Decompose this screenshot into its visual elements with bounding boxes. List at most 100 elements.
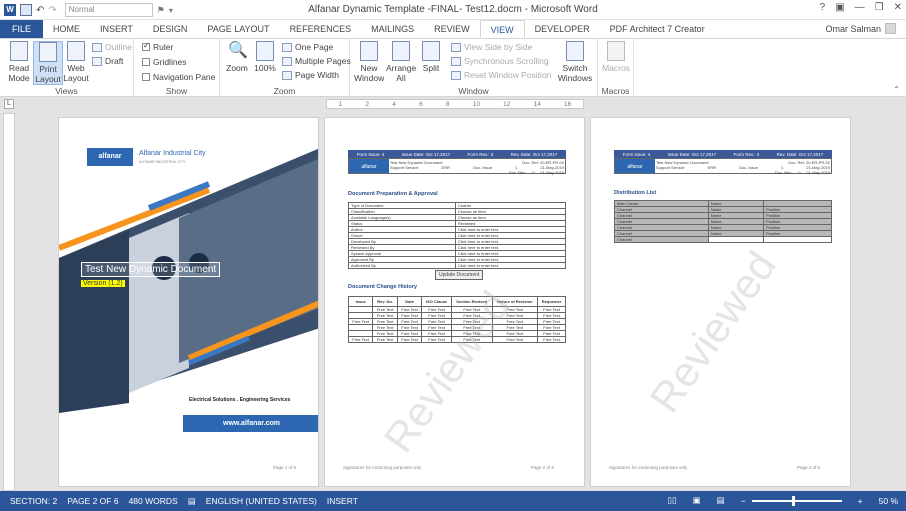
cell[interactable]: Free Text bbox=[372, 336, 398, 343]
reset-window-icon bbox=[451, 70, 461, 80]
gridlines-checkbox[interactable]: Gridlines bbox=[142, 57, 187, 67]
read-mode-icon bbox=[10, 41, 28, 61]
doc-issue-label: Doc. Issue bbox=[739, 165, 758, 170]
web-layout-button[interactable]: Web Layout bbox=[61, 41, 91, 83]
split-button[interactable]: Split bbox=[416, 41, 446, 73]
navigation-pane-checkbox[interactable]: Navigation Pane bbox=[142, 72, 215, 82]
status-language[interactable]: ENGLISH (UNITED STATES) bbox=[206, 496, 317, 506]
zoom-out-button[interactable]: − bbox=[741, 496, 746, 506]
macros-button[interactable]: Macros bbox=[601, 41, 631, 73]
draft-label: Draft bbox=[105, 56, 124, 66]
zoom-slider[interactable] bbox=[751, 495, 842, 506]
split-label: Split bbox=[422, 63, 440, 73]
tab-references[interactable]: REFERENCES bbox=[280, 20, 362, 38]
issue-date: Issue Date: Oct 17,2017 bbox=[667, 151, 717, 157]
col-header: ISO Clause bbox=[421, 296, 452, 307]
cell[interactable] bbox=[763, 236, 832, 243]
ruler-checkbox[interactable]: Ruler bbox=[142, 41, 173, 52]
zoom-100-button[interactable]: 100% bbox=[250, 41, 280, 73]
page-approval[interactable]: Form Issue: 4 Issue Date: Oct 17,2017 Fo… bbox=[324, 117, 585, 487]
show-group: Ruler Gridlines Navigation Pane Show bbox=[134, 39, 220, 97]
tab-mailings[interactable]: MAILINGS bbox=[361, 20, 424, 38]
page-width-icon bbox=[282, 70, 292, 80]
collapse-ribbon-icon[interactable]: ⌃ bbox=[893, 85, 900, 94]
tab-design[interactable]: DESIGN bbox=[143, 20, 198, 38]
user-account[interactable]: Omar Salman bbox=[825, 23, 896, 34]
page-distribution[interactable]: Form Issue: 4 Issue Date: Oct 17,2017 Fo… bbox=[590, 117, 851, 487]
tab-developer[interactable]: DEVELOPER bbox=[525, 20, 600, 38]
status-page[interactable]: PAGE 2 OF 6 bbox=[67, 496, 118, 506]
horizontal-ruler[interactable]: L 1 2 4 6 8 10 12 14 16 bbox=[0, 97, 906, 111]
view-side-by-side-button[interactable]: View Side by Side bbox=[451, 42, 532, 52]
tab-file[interactable]: FILE bbox=[0, 20, 44, 38]
cell[interactable] bbox=[707, 236, 765, 243]
web-layout-icon bbox=[67, 41, 85, 61]
services-text: Electrical Solutions . Engineering Servi… bbox=[189, 397, 291, 403]
views-group: Read Mode Print Layout Web Layout Outlin… bbox=[0, 39, 134, 97]
reset-window-position-label: Reset Window Position bbox=[464, 70, 552, 80]
document-version[interactable]: Version (1.2) bbox=[81, 280, 125, 287]
doc-issue-label: Doc. Issue bbox=[473, 165, 492, 170]
tab-view[interactable]: VIEW bbox=[479, 20, 525, 38]
ribbon-tabs: FILE HOME INSERT DESIGN PAGE LAYOUT REFE… bbox=[0, 20, 906, 38]
minimize-button[interactable]: — bbox=[855, 2, 865, 13]
doc-rev-label: Doc. Rev. bbox=[774, 170, 793, 175]
header-logo: alfanar bbox=[349, 159, 389, 173]
row-label: Authorized By bbox=[348, 262, 456, 269]
outline-icon bbox=[92, 42, 102, 52]
tab-review[interactable]: REVIEW bbox=[424, 20, 480, 38]
synchronous-scrolling-label: Synchronous Scrolling bbox=[464, 56, 549, 66]
tab-page-layout[interactable]: PAGE LAYOUT bbox=[197, 20, 279, 38]
status-section[interactable]: SECTION: 2 bbox=[10, 496, 57, 506]
new-window-button[interactable]: New Window bbox=[354, 41, 384, 83]
page-width-button[interactable]: Page Width bbox=[282, 70, 339, 80]
multiple-pages-button[interactable]: Multiple Pages bbox=[282, 56, 351, 66]
title-bar: W ↶ ↷ Normal ⚑ ▾ Alfanar Dynamic Templat… bbox=[0, 0, 906, 20]
tab-pdf-architect[interactable]: PDF Architect 7 Creator bbox=[600, 20, 715, 38]
status-words[interactable]: 480 WORDS bbox=[129, 496, 178, 506]
cell[interactable]: Free Text bbox=[347, 336, 374, 343]
synchronous-scrolling-button[interactable]: Synchronous Scrolling bbox=[451, 56, 549, 66]
tab-insert[interactable]: INSERT bbox=[90, 20, 143, 38]
window-group: New Window Arrange All Split View Side b… bbox=[350, 39, 598, 97]
page-number: Page 2 of 6 bbox=[530, 465, 554, 470]
zoom-level[interactable]: 50 % bbox=[879, 496, 898, 506]
cell: Channel bbox=[614, 236, 709, 243]
update-document-button[interactable]: Update Document bbox=[435, 270, 484, 280]
zoom-in-button[interactable]: + bbox=[858, 496, 863, 506]
proofing-icon[interactable]: ▤ bbox=[188, 496, 196, 507]
cell[interactable]: Free Text bbox=[537, 336, 566, 343]
one-page-button[interactable]: One Page bbox=[282, 42, 333, 52]
web-layout-view-icon[interactable]: ▤ bbox=[717, 495, 725, 506]
draft-button[interactable]: Draft bbox=[92, 56, 123, 66]
page-cover[interactable]: alfanar Alfanar Industrial City ALFANAR … bbox=[58, 117, 319, 487]
read-mode-button[interactable]: Read Mode bbox=[4, 41, 34, 83]
ribbon-display-icon[interactable]: ▣ bbox=[835, 2, 844, 13]
multiple-pages-label: Multiple Pages bbox=[295, 56, 351, 66]
arrange-all-button[interactable]: Arrange All bbox=[386, 41, 416, 83]
document-title[interactable]: Test New Dynamic Document bbox=[81, 262, 221, 277]
print-layout-view-icon[interactable]: ▣ bbox=[693, 495, 701, 506]
cell[interactable]: Free Text bbox=[396, 336, 423, 343]
dept-code: ERR bbox=[707, 165, 716, 170]
close-button[interactable]: ✕ bbox=[894, 2, 902, 13]
vertical-ruler[interactable] bbox=[3, 113, 15, 491]
read-mode-view-icon[interactable]: ▯▯ bbox=[667, 495, 676, 506]
tab-selector-icon[interactable]: L bbox=[4, 99, 14, 109]
status-right: ▯▯ ▣ ▤ − + 50 % bbox=[657, 495, 898, 506]
row-value[interactable]: Click here to enter text. bbox=[454, 262, 567, 269]
header-doc-info: Test New Dynamic Document Doc. Ref: 20-ER… bbox=[389, 159, 565, 175]
status-mode[interactable]: INSERT bbox=[327, 496, 358, 506]
help-icon[interactable]: ? bbox=[820, 2, 826, 13]
section-distribution-list: Distribution List bbox=[614, 190, 657, 196]
maximize-button[interactable]: ❐ bbox=[875, 2, 884, 13]
doc-rev-date: 01-May-2019 bbox=[540, 170, 564, 175]
outline-button[interactable]: Outline bbox=[92, 42, 132, 52]
reset-window-position-button[interactable]: Reset Window Position bbox=[451, 70, 551, 80]
tab-home[interactable]: HOME bbox=[43, 20, 90, 38]
print-layout-button[interactable]: Print Layout bbox=[33, 41, 63, 85]
switch-windows-button[interactable]: Switch Windows bbox=[556, 41, 594, 83]
macros-group: Macros Macros bbox=[598, 39, 634, 97]
zoom-button[interactable]: 🔍 Zoom bbox=[222, 41, 252, 73]
rev-date: Rev. Date: Oct 17,2017 bbox=[776, 151, 824, 157]
